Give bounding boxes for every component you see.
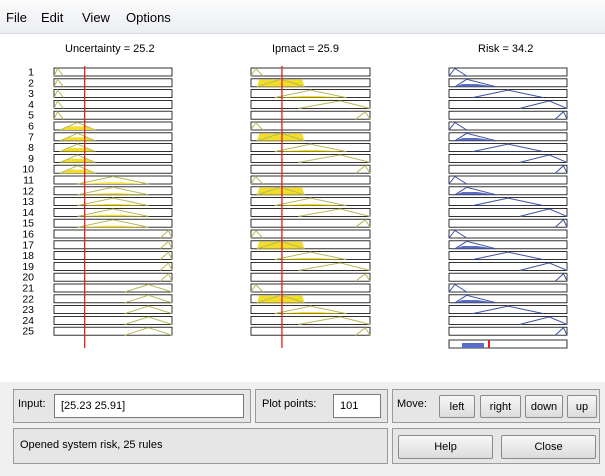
rule-number: 25 — [22, 326, 34, 338]
rule-cell — [53, 326, 173, 336]
rule-cell — [448, 143, 568, 152]
rule-cell — [53, 240, 173, 250]
status-text: Opened system risk, 25 rules — [20, 439, 163, 451]
rule-cell — [53, 78, 173, 88]
rule-cell — [448, 154, 568, 163]
rule-cell — [448, 283, 568, 293]
plot-points-panel: Plot points: — [255, 389, 388, 423]
rule-cell — [53, 67, 173, 77]
rule-cell — [250, 229, 371, 239]
menu-file[interactable]: File — [6, 10, 27, 25]
rule-cell — [448, 251, 568, 261]
menu-options[interactable]: Options — [126, 10, 171, 25]
plot-points-field[interactable] — [333, 394, 381, 418]
move-right-button[interactable]: right — [480, 395, 521, 418]
move-panel: Move: left right down up — [392, 389, 600, 423]
rule-viewer-plot-area: Uncertainty = 25.2 Ipmact = 25.9 Risk = … — [0, 34, 605, 382]
membership-fill — [256, 79, 305, 87]
rule-cell — [53, 251, 173, 261]
input-field[interactable] — [54, 394, 244, 418]
rule-cell — [53, 305, 173, 315]
rule-cell — [53, 283, 173, 293]
help-button[interactable]: Help — [398, 435, 493, 459]
rule-cell — [53, 110, 173, 120]
rule-cell — [448, 229, 568, 239]
membership-fill — [256, 295, 305, 303]
rule-cell — [448, 67, 568, 77]
rule-cell — [448, 164, 568, 174]
rule-cell — [448, 197, 568, 207]
input-panel: Input: — [13, 389, 251, 423]
move-up-button[interactable]: up — [567, 395, 597, 418]
rules-plot: 1234567891011121314151617181920212223242… — [22, 66, 568, 349]
rule-cell — [53, 261, 173, 271]
rule-cell — [448, 261, 568, 271]
rule-cell — [250, 110, 371, 120]
rule-cell — [448, 272, 568, 282]
rule-cell — [250, 121, 371, 131]
rule-cell — [448, 207, 568, 217]
rule-cell — [250, 272, 371, 282]
rule-cell — [448, 100, 568, 109]
rule-cell — [448, 305, 568, 315]
rule-cell — [53, 89, 173, 98]
rule-cell — [448, 175, 568, 185]
rule-cell — [53, 272, 173, 282]
aggregated-fill — [462, 343, 484, 348]
plot-points-label: Plot points: — [262, 398, 317, 410]
status-panel: Opened system risk, 25 rules — [13, 428, 388, 464]
rule-cell — [448, 326, 568, 336]
rule-cell — [448, 315, 568, 325]
rule-cell — [448, 121, 568, 131]
help-close-panel: Help Close — [392, 428, 600, 464]
rule-cell — [250, 326, 371, 336]
rule-cell — [53, 294, 173, 304]
rule-cell — [448, 89, 568, 98]
menu-bar: File Edit View Options — [0, 0, 605, 34]
move-left-button[interactable]: left — [439, 395, 475, 418]
membership-fill — [256, 187, 305, 195]
rule-cell — [53, 229, 173, 239]
rule-cell — [250, 283, 371, 293]
rule-cell — [250, 175, 371, 185]
rule-cell — [448, 218, 568, 228]
rule-cell — [53, 315, 173, 325]
rule-cell — [53, 100, 173, 109]
menu-view[interactable]: View — [82, 10, 110, 25]
move-label: Move: — [397, 398, 427, 410]
rule-cell — [250, 67, 371, 77]
rule-cell — [448, 110, 568, 120]
membership-fill — [256, 133, 305, 141]
membership-fill — [256, 241, 305, 249]
input-label: Input: — [18, 398, 46, 410]
menu-edit[interactable]: Edit — [41, 10, 63, 25]
rule-cell — [250, 218, 371, 228]
rule-cell — [250, 164, 371, 174]
move-down-button[interactable]: down — [525, 395, 563, 418]
close-button[interactable]: Close — [501, 435, 596, 459]
